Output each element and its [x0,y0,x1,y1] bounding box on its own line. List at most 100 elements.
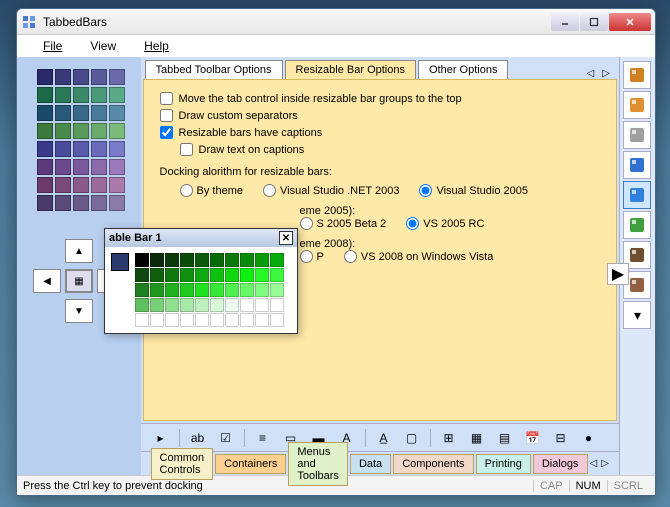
green-swatch[interactable] [135,253,149,267]
green-swatch[interactable] [150,298,164,312]
color-swatch[interactable] [91,123,107,139]
table-icon[interactable]: ▤ [495,428,515,448]
chk-have-captions[interactable] [160,126,173,139]
green-swatch[interactable] [255,313,269,327]
office-icon[interactable] [623,61,651,89]
color-swatch[interactable] [109,123,125,139]
panel-icon[interactable]: ▢ [402,428,422,448]
green-swatch[interactable] [195,268,209,282]
category-tab-containers[interactable]: Containers [215,454,286,474]
green-swatch[interactable] [240,298,254,312]
color-swatch[interactable] [55,141,71,157]
green-swatch[interactable] [165,283,179,297]
category-tab-printing[interactable]: Printing [476,454,531,474]
green-swatch[interactable] [195,253,209,267]
green-swatch[interactable] [225,298,239,312]
color-swatch-grid[interactable] [37,69,125,211]
green-swatch[interactable] [270,283,284,297]
green-swatch[interactable] [255,253,269,267]
maximize-button[interactable] [580,13,608,31]
menu-help[interactable]: Help [128,37,185,55]
category-tab-data[interactable]: Data [350,454,391,474]
green-swatch[interactable] [270,253,284,267]
color-swatch[interactable] [37,105,53,121]
menu-view[interactable]: View [82,37,124,55]
color-swatch[interactable] [91,159,107,175]
color-swatch[interactable] [109,177,125,193]
green-swatch[interactable] [210,313,224,327]
radio-by-theme[interactable] [180,184,193,197]
green-swatch[interactable] [195,298,209,312]
label-icon[interactable]: ab [188,428,208,448]
radio-vs2005-rc[interactable] [406,217,419,230]
green-swatch[interactable] [270,313,284,327]
green-swatch[interactable] [255,298,269,312]
green-swatch[interactable] [210,253,224,267]
color-swatch[interactable] [73,123,89,139]
green-swatch[interactable] [240,253,254,267]
green-swatch[interactable] [195,313,209,327]
chk-draw-separators[interactable] [160,109,173,122]
green-swatch[interactable] [135,283,149,297]
color-swatch[interactable] [91,105,107,121]
color-swatch[interactable] [37,69,53,85]
green-swatch[interactable] [255,268,269,282]
green-swatch[interactable] [135,298,149,312]
color-swatch[interactable] [73,159,89,175]
color-swatch[interactable] [55,105,71,121]
close-button[interactable] [609,13,651,31]
list-icon[interactable]: ≡ [253,428,273,448]
color-swatch[interactable] [55,87,71,103]
green-swatch[interactable] [270,268,284,282]
color-swatch[interactable] [109,105,125,121]
green-swatch[interactable] [165,313,179,327]
dock-up-button[interactable]: ▲ [65,239,93,263]
floating-palette-close[interactable]: ✕ [279,231,293,245]
category-tab-dialogs[interactable]: Dialogs [533,454,588,474]
tab-scroll-left[interactable]: ◁ [584,68,598,79]
green-swatch[interactable] [135,268,149,282]
btab-scroll-left[interactable]: ◁ [590,458,598,469]
category-tab-common-controls[interactable]: Common Controls [151,448,214,480]
calendar-icon[interactable]: 📅 [523,428,543,448]
color-swatch[interactable] [73,177,89,193]
category-tab-menus-and-toolbars[interactable]: Menus and Toolbars [288,442,348,486]
color-swatch[interactable] [73,195,89,211]
green-swatch[interactable] [225,268,239,282]
green-swatch[interactable] [165,268,179,282]
green-swatch[interactable] [225,253,239,267]
tab-toolbar-options[interactable]: Tabbed Toolbar Options [145,60,283,79]
radio-vs2005[interactable] [419,184,432,197]
green-swatch[interactable] [240,313,254,327]
checkbox-icon[interactable]: ☑ [216,428,236,448]
green-swatch[interactable] [210,298,224,312]
green-swatch[interactable] [150,253,164,267]
green-swatch[interactable] [150,283,164,297]
color-swatch[interactable] [55,177,71,193]
green-swatch[interactable] [180,298,194,312]
arrow-icon[interactable]: ▸ [151,428,171,448]
green-swatch[interactable] [135,313,149,327]
color-swatch[interactable] [37,87,53,103]
office-gray-icon[interactable] [623,121,651,149]
tree-icon[interactable]: ⊟ [551,428,571,448]
rail-overflow[interactable]: ▾ [623,301,651,329]
office-orange-icon[interactable] [623,91,651,119]
color-swatch[interactable] [73,105,89,121]
radio-vs2005-beta2[interactable] [300,217,313,230]
color-swatch[interactable] [109,87,125,103]
radio-vs2003[interactable] [263,184,276,197]
underline-icon[interactable]: A̲ [374,428,394,448]
color-swatch[interactable] [109,195,125,211]
color-swatch[interactable] [91,141,107,157]
color-swatch[interactable] [91,177,107,193]
green-swatch[interactable] [180,268,194,282]
tab-resizable-bar-options[interactable]: Resizable Bar Options [285,60,416,79]
green-swatch[interactable] [255,283,269,297]
dock-left-button[interactable]: ◀ [33,269,61,293]
tab-scroll-right[interactable]: ▷ [599,68,613,79]
radio-vs2008-vista[interactable] [344,250,357,263]
color-swatch[interactable] [91,87,107,103]
color-swatch[interactable] [55,159,71,175]
green-swatch[interactable] [180,253,194,267]
